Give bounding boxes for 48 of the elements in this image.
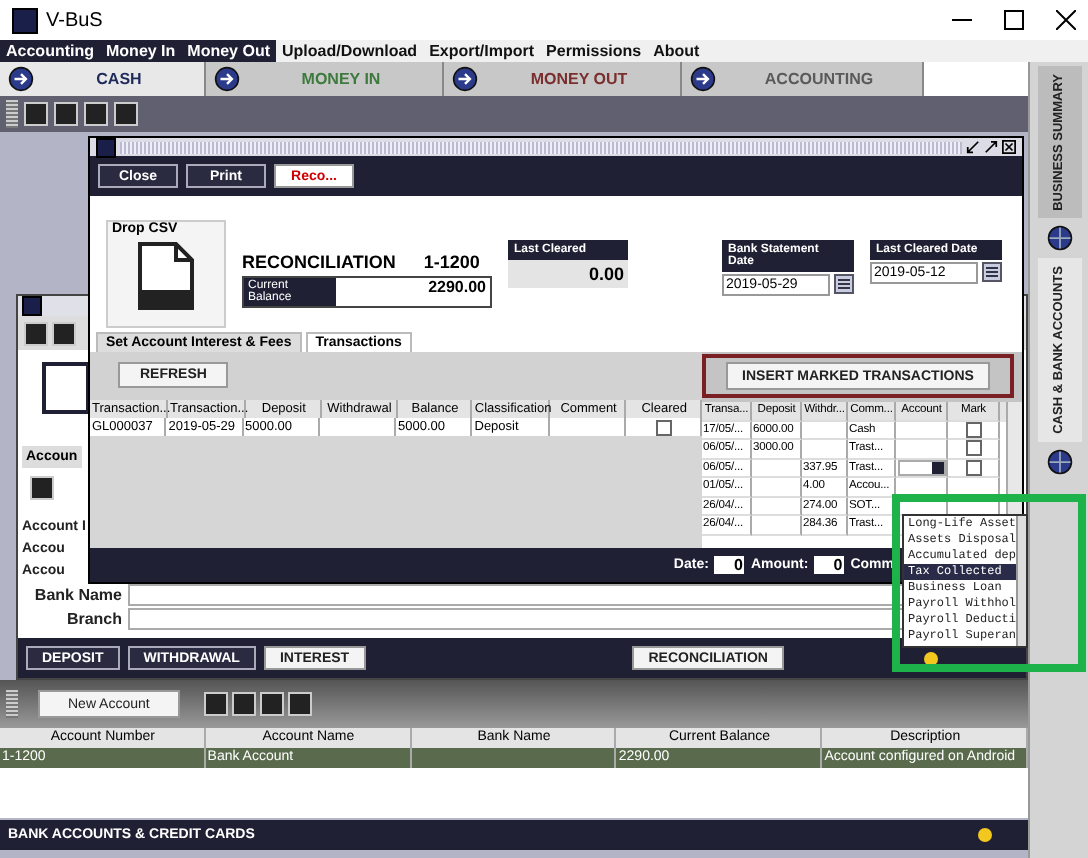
last-cleared-value: 0.00: [508, 260, 628, 288]
maximize-icon[interactable]: [1004, 10, 1024, 30]
table-cell: [802, 440, 848, 459]
table-cell: [802, 421, 848, 440]
circle-arrow-icon: [8, 66, 34, 92]
window-title: V-BuS: [46, 9, 103, 31]
close-icon[interactable]: [1002, 140, 1016, 154]
scrollbar[interactable]: [1016, 516, 1026, 646]
module-tab[interactable]: ACCOUNTING: [682, 62, 924, 96]
table-cell: [752, 516, 802, 535]
circle-arrow-icon: [452, 66, 478, 92]
file-icon: [136, 242, 196, 310]
menu-item[interactable]: Accounting: [0, 40, 100, 62]
grip-handle[interactable]: [6, 100, 18, 128]
menu-item[interactable]: Money Out: [181, 40, 277, 62]
module-tab[interactable]: CASH: [0, 62, 206, 96]
app-logo-icon: [22, 296, 42, 316]
checkbox[interactable]: [655, 419, 672, 435]
menu-item[interactable]: Permissions: [540, 40, 648, 62]
grip-handle[interactable]: [6, 690, 18, 718]
maximize-icon[interactable]: [984, 140, 998, 154]
menu-item[interactable]: Upload/Download: [276, 40, 424, 62]
table-cell: [752, 497, 802, 516]
menu-item[interactable]: About: [647, 40, 706, 62]
filter-field[interactable]: 0: [714, 556, 745, 574]
table-cell: [752, 459, 802, 478]
menu-item[interactable]: Money In: [100, 40, 182, 62]
menu-item[interactable]: Export/Import: [423, 40, 541, 62]
filter-field[interactable]: 0: [814, 556, 845, 574]
checkbox[interactable]: [965, 440, 982, 457]
status-dot-icon: [978, 828, 992, 842]
table-cell: [752, 478, 802, 497]
globe-icon[interactable]: [1045, 224, 1073, 253]
account-number: 1-1200: [423, 252, 480, 272]
module-tab[interactable]: MONEY OUT: [444, 62, 682, 96]
minimize-icon[interactable]: [966, 140, 980, 154]
close-icon[interactable]: [1056, 10, 1076, 30]
field-label: Branch: [64, 609, 124, 627]
circle-arrow-icon: [690, 66, 716, 92]
field-label: Bank Name: [32, 585, 124, 603]
balance-value: 2290.00: [426, 278, 488, 300]
status-dot-icon: [924, 651, 938, 665]
calendar-icon[interactable]: [982, 262, 1002, 282]
calendar-icon[interactable]: [834, 274, 854, 294]
app-logo-icon: [12, 7, 38, 33]
circle-arrow-icon: [214, 66, 240, 92]
globe-icon[interactable]: [1045, 448, 1073, 477]
reconciliation-title: RECONCILIATION: [242, 252, 396, 272]
